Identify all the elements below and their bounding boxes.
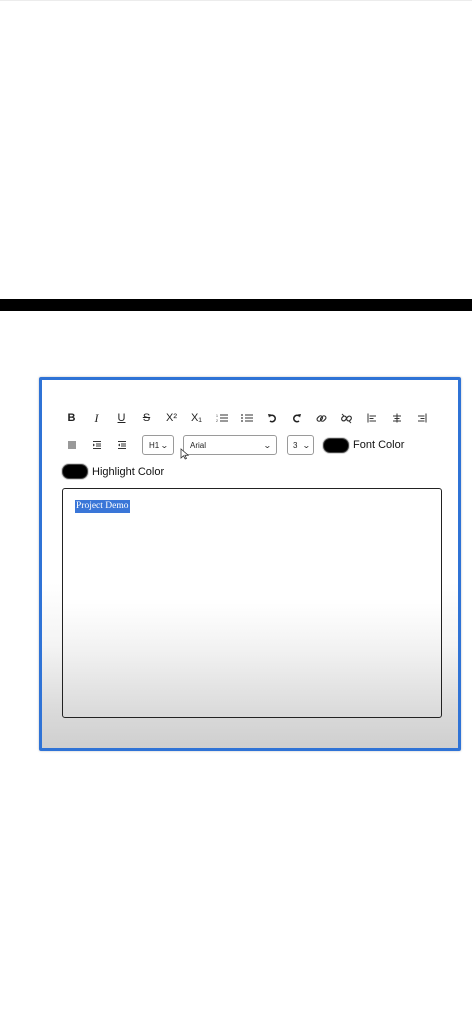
size-select-value: 3	[293, 440, 298, 450]
unlink-icon	[341, 413, 352, 424]
link-icon	[316, 413, 327, 424]
toolbar-row-3: Highlight Color	[62, 464, 164, 479]
justify-button[interactable]	[59, 434, 84, 456]
font-color-picker[interactable]	[323, 437, 349, 453]
link-button[interactable]	[309, 407, 334, 429]
heading-select[interactable]: H1 ⌄	[142, 435, 174, 455]
italic-button[interactable]: I	[84, 407, 109, 429]
align-center-button[interactable]	[384, 407, 409, 429]
chevron-down-icon: ⌄	[160, 440, 170, 450]
bold-button[interactable]: B	[59, 407, 84, 429]
toolbar-row-1: B I U S X² X₁ 1 2	[59, 407, 434, 429]
ordered-list-icon: 12	[216, 413, 228, 423]
ordered-list-button[interactable]: 12	[209, 407, 234, 429]
chevron-down-icon: ⌄	[302, 440, 312, 450]
subscript-button[interactable]: X₁	[184, 407, 209, 429]
font-size-select[interactable]: 3 ⌄	[287, 435, 314, 455]
align-center-icon	[392, 413, 402, 423]
undo-icon	[267, 413, 277, 423]
align-left-icon	[367, 413, 377, 423]
toolbar-row-2: H1 ⌄ Arial ⌄ 3 ⌄ Font Color	[59, 434, 404, 456]
svg-text:2: 2	[216, 419, 218, 423]
align-left-button[interactable]	[359, 407, 384, 429]
highlight-color-picker[interactable]	[62, 464, 88, 479]
align-right-icon	[417, 413, 427, 423]
redo-icon	[292, 413, 302, 423]
unordered-list-icon	[240, 413, 253, 423]
underline-button[interactable]: U	[109, 407, 134, 429]
font-family-select[interactable]: Arial ⌄	[183, 435, 277, 455]
outdent-button[interactable]	[109, 434, 134, 456]
indent-button[interactable]	[84, 434, 109, 456]
black-bar	[0, 299, 472, 311]
heading-select-value: H1	[149, 440, 160, 450]
strikethrough-button[interactable]: S	[134, 407, 159, 429]
chevron-down-icon: ⌄	[263, 440, 273, 450]
outdent-icon	[117, 440, 127, 450]
font-select-value: Arial	[190, 440, 207, 450]
svg-text:1: 1	[216, 414, 218, 418]
font-color-label: Font Color	[353, 439, 405, 451]
undo-button[interactable]	[259, 407, 284, 429]
unlink-button[interactable]	[334, 407, 359, 429]
text-editor-frame: B I U S X² X₁ 1 2 H1 ⌄ Arial ⌄ 3 ⌄ Font Color H…	[39, 377, 461, 751]
mouse-cursor-icon	[180, 448, 190, 460]
superscript-button[interactable]: X²	[159, 407, 184, 429]
align-right-button[interactable]	[409, 407, 434, 429]
editor-content-area[interactable]: Project Demo	[62, 488, 442, 718]
selected-text[interactable]: Project Demo	[75, 500, 130, 513]
indent-icon	[92, 440, 102, 450]
justify-icon	[67, 440, 77, 450]
redo-button[interactable]	[284, 407, 309, 429]
unordered-list-button[interactable]	[234, 407, 259, 429]
highlight-color-label: Highlight Color	[92, 465, 165, 478]
top-divider	[0, 0, 472, 1]
